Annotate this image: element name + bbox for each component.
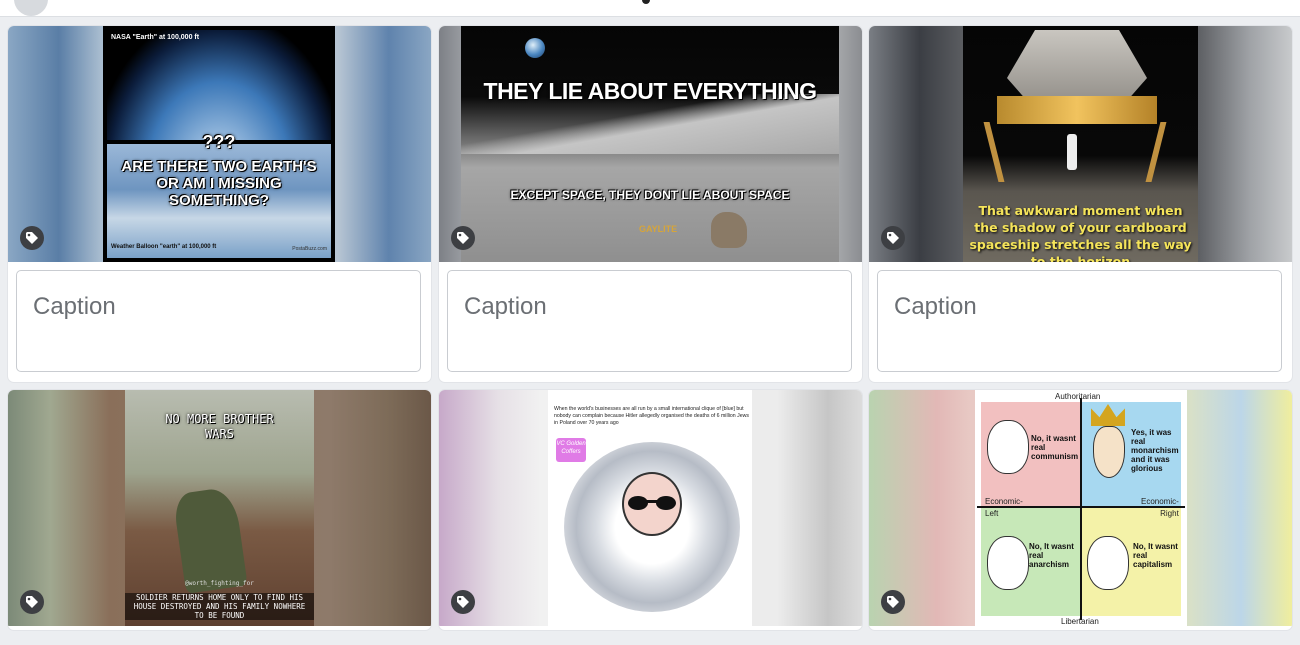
- quadrant-text-bottom-right: No, It wasnt real capitalism: [1133, 542, 1178, 569]
- caption-input[interactable]: [877, 270, 1282, 372]
- meme-image: THEY LIE ABOUT EVERYTHING EXCEPT SPACE, …: [461, 26, 839, 262]
- meme-label: VC Golden Coffers: [556, 438, 586, 462]
- meme-bottom-text: SOLDIER RETURNS HOME ONLY TO FIND HIS HO…: [125, 593, 314, 620]
- title-fragment: [642, 0, 650, 4]
- meme-top-text: THEY LIE ABOUT EVERYTHING: [483, 78, 817, 104]
- meme-image-frame[interactable]: NO MORE BROTHER WARS @worth_fighting_for…: [8, 390, 431, 626]
- tag-icon: [26, 232, 38, 244]
- caption-input[interactable]: [16, 270, 421, 372]
- meme-image-frame[interactable]: When the world's businesses are all run …: [439, 390, 862, 626]
- meme-card: NASA "Earth" at 100,000 ft ??? ARE THERE…: [8, 26, 431, 382]
- meme-image-frame[interactable]: NASA "Earth" at 100,000 ft ??? ARE THERE…: [8, 26, 431, 262]
- meme-image: NO MORE BROTHER WARS @worth_fighting_for…: [125, 390, 314, 626]
- meme-watermark: GAYLITE: [639, 224, 678, 234]
- axis-bottom-label: Libertarian: [1061, 617, 1099, 626]
- axis-left-label: Economic- Left: [985, 497, 1023, 518]
- meme-card: When the world's businesses are all run …: [439, 390, 862, 630]
- axis-right-label: Economic- Right: [1141, 497, 1179, 518]
- meme-watermark: PostaBuzz.com: [292, 246, 327, 252]
- axis-top-label: Authoritarian: [1055, 392, 1101, 401]
- meme-image: NASA "Earth" at 100,000 ft ??? ARE THERE…: [103, 26, 335, 262]
- compass-vertical-axis: [1080, 398, 1082, 620]
- tag-button[interactable]: [451, 226, 475, 250]
- caption-input[interactable]: [447, 270, 852, 372]
- tag-icon: [26, 596, 38, 608]
- tag-button[interactable]: [20, 590, 44, 614]
- avatar[interactable]: [14, 0, 48, 16]
- tag-button[interactable]: [20, 226, 44, 250]
- tag-button[interactable]: [881, 590, 905, 614]
- meme-bottom-label: Weather Balloon "earth" at 100,000 ft: [111, 244, 217, 250]
- meme-credit: @worth_fighting_for: [185, 580, 254, 587]
- tag-button[interactable]: [881, 226, 905, 250]
- tag-icon: [457, 596, 469, 608]
- meme-bottom-text: EXCEPT SPACE, THEY DONT LIE ABOUT SPACE: [510, 188, 790, 202]
- tag-button[interactable]: [451, 590, 475, 614]
- meme-image-frame[interactable]: That awkward moment when the shadow of y…: [869, 26, 1292, 262]
- wojak-face-icon: [987, 536, 1029, 590]
- meme-card: That awkward moment when the shadow of y…: [869, 26, 1292, 382]
- tag-icon: [887, 232, 899, 244]
- meme-main-text: ARE THERE TWO EARTH'S OR AM I MISSING SO…: [121, 158, 317, 209]
- wojak-face-icon: [1087, 536, 1129, 590]
- quadrant-text-bottom-left: No, It wasnt real anarchism: [1029, 542, 1074, 569]
- tag-icon: [887, 596, 899, 608]
- meme-top-text: When the world's businesses are all run …: [554, 406, 749, 426]
- top-app-bar: [0, 0, 1300, 17]
- meme-question: ???: [202, 132, 236, 152]
- meme-image-frame[interactable]: Authoritarian Libertarian Economic- Left…: [869, 390, 1292, 626]
- quadrant-text-top-left: No, it wasnt real communism: [1031, 434, 1079, 461]
- meme-top-label: NASA "Earth" at 100,000 ft: [111, 34, 200, 41]
- sunglasses-icon: [628, 496, 676, 512]
- meme-image-frame[interactable]: THEY LIE ABOUT EVERYTHING EXCEPT SPACE, …: [439, 26, 862, 262]
- meme-card: NO MORE BROTHER WARS @worth_fighting_for…: [8, 390, 431, 630]
- meme-card: THEY LIE ABOUT EVERYTHING EXCEPT SPACE, …: [439, 26, 862, 382]
- meme-caption-text: That awkward moment when the shadow of y…: [969, 203, 1192, 262]
- chad-face-icon: [1093, 426, 1125, 478]
- tag-icon: [457, 232, 469, 244]
- quadrant-text-top-right: Yes, it was real monarchism and it was g…: [1131, 428, 1179, 473]
- meme-top-text: NO MORE BROTHER WARS: [165, 412, 274, 441]
- meme-image: Authoritarian Libertarian Economic- Left…: [975, 390, 1187, 626]
- meme-card: Authoritarian Libertarian Economic- Left…: [869, 390, 1292, 630]
- meme-image: When the world's businesses are all run …: [548, 390, 752, 626]
- earth-icon: [525, 38, 545, 58]
- wojak-face-icon: [987, 420, 1029, 474]
- meme-image: That awkward moment when the shadow of y…: [963, 26, 1198, 262]
